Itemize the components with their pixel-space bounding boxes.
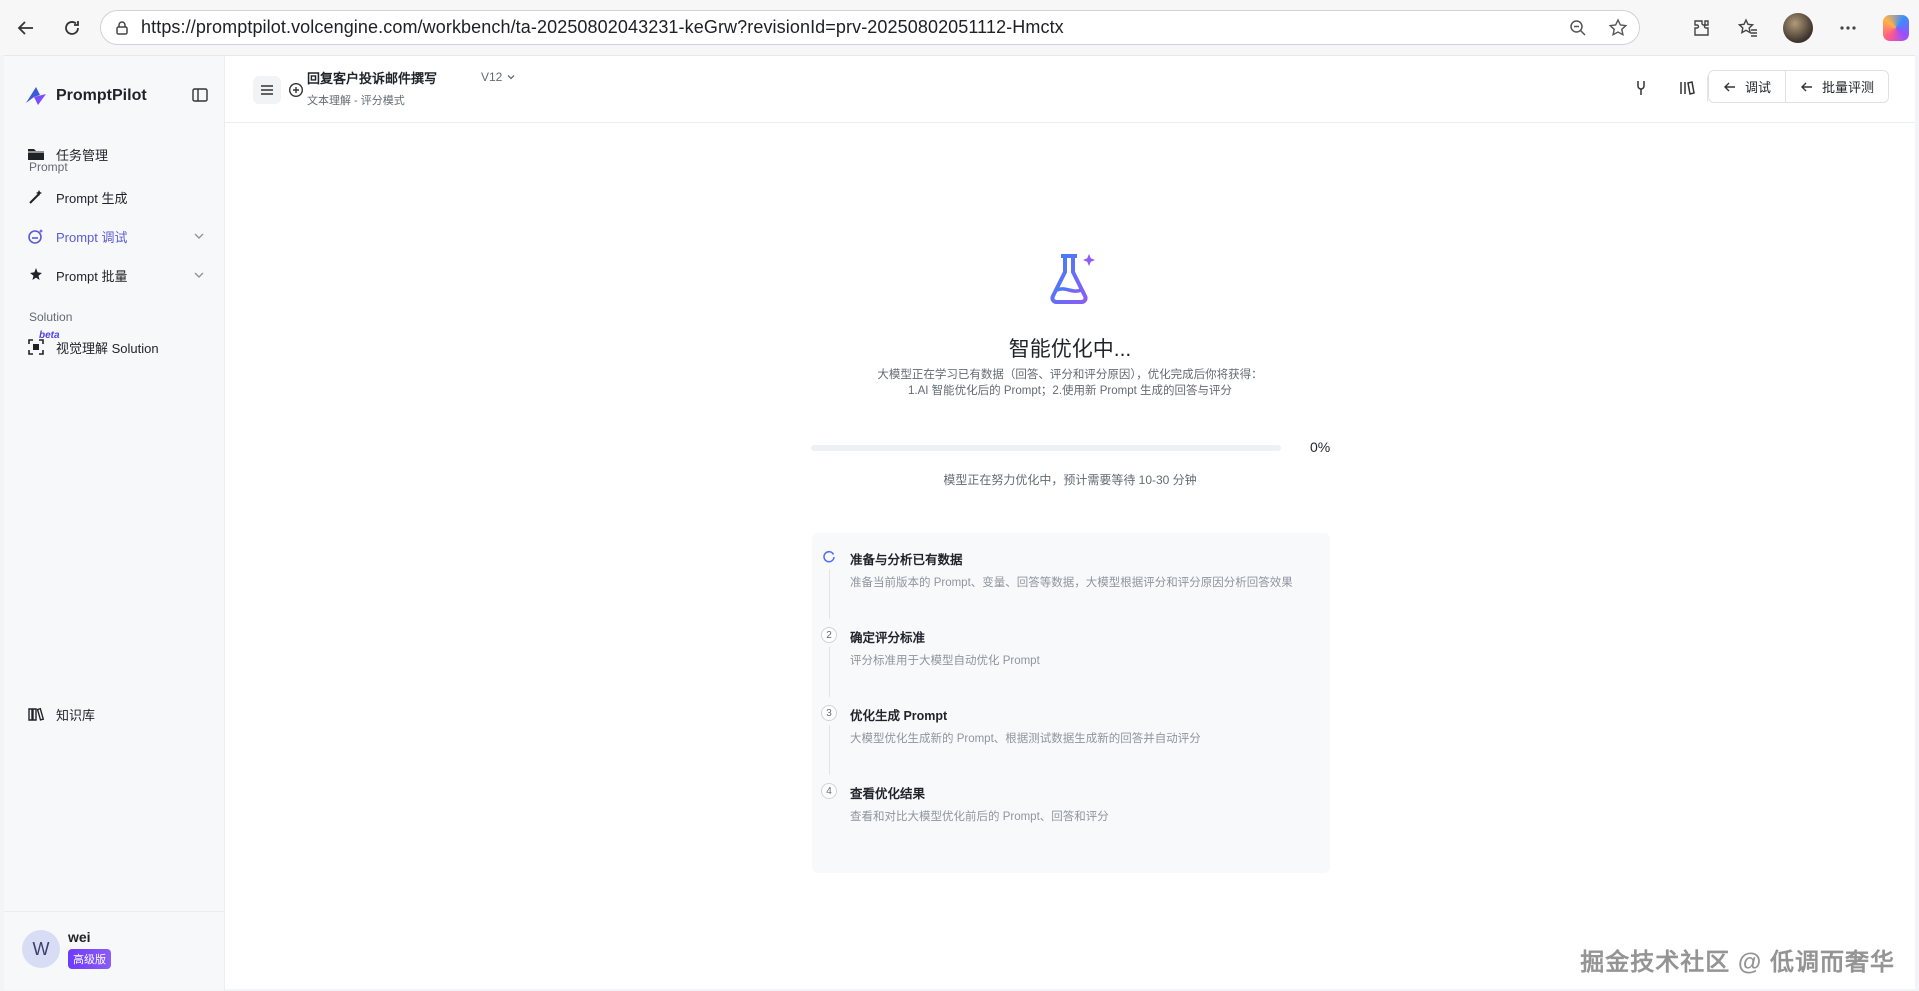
- chevron-down-icon[interactable]: [192, 268, 206, 282]
- step-number: 2: [821, 627, 837, 643]
- more-icon[interactable]: [1837, 17, 1859, 39]
- step-connector: [829, 647, 830, 697]
- sidebar-item-vision-solution[interactable]: 视觉理解 Solution: [26, 332, 206, 362]
- user-name: wei: [68, 929, 91, 945]
- step-item: 3 优化生成 Prompt 大模型优化生成新的 Prompt、根据测试数据生成新…: [812, 699, 1330, 777]
- page-title: 回复客户投诉邮件撰写: [307, 71, 438, 86]
- back-icon[interactable]: [14, 16, 38, 40]
- add-circle-icon[interactable]: [282, 76, 310, 104]
- sidebar: PromptPilot 任务管理 Prompt Prompt 生成 Prompt…: [4, 56, 225, 990]
- logo[interactable]: PromptPilot: [24, 82, 209, 110]
- step-item: 4 查看优化结果 查看和对比大模型优化前后的 Prompt、回答和评分: [812, 777, 1330, 855]
- logo-text: PromptPilot: [56, 87, 147, 104]
- step-item: 准备与分析已有数据 准备当前版本的 Prompt、变量、回答等数据，大模型根据评…: [812, 543, 1330, 621]
- step-number: 4: [821, 783, 837, 799]
- favorites-icon[interactable]: [1737, 17, 1759, 39]
- chevron-down-icon[interactable]: [192, 229, 206, 243]
- sidebar-item-label: 视觉理解 Solution: [56, 340, 159, 356]
- star-icon[interactable]: [1607, 17, 1629, 39]
- profile-avatar[interactable]: [1783, 13, 1813, 43]
- debug-button[interactable]: 调试: [1708, 71, 1785, 102]
- user-profile[interactable]: W wei 高级版: [4, 911, 225, 990]
- step-desc: 评分标准用于大模型自动优化 Prompt: [850, 655, 1040, 667]
- lock-icon: [113, 19, 131, 37]
- browser-toolbar: https://promptpilot.volcengine.com/workb…: [0, 0, 1919, 55]
- step-title: 准备与分析已有数据: [850, 553, 963, 567]
- step-connector: [829, 569, 830, 619]
- sidebar-item-label: Prompt 生成: [56, 190, 128, 206]
- promptpilot-logo-icon: [26, 87, 46, 105]
- sidebar-item-prompt-debug[interactable]: Prompt 调试: [26, 221, 206, 251]
- section-label-solution: Solution: [29, 310, 73, 324]
- library-icon[interactable]: [1677, 78, 1697, 98]
- progress-percent: 0%: [1310, 439, 1331, 455]
- app-window: PromptPilot 任务管理 Prompt Prompt 生成 Prompt…: [4, 55, 1915, 990]
- version-select[interactable]: V12: [481, 70, 516, 84]
- watermark: 掘金技术社区 @ 低调而奢华: [1580, 949, 1895, 976]
- version-label: V12: [481, 70, 503, 84]
- step-number: 3: [821, 705, 837, 721]
- batch-icon: [26, 265, 46, 285]
- sidebar-item-knowledge-base[interactable]: 知识库: [26, 699, 206, 729]
- avatar: W: [22, 930, 60, 968]
- zoom-icon[interactable]: [1567, 17, 1589, 39]
- plan-badge: 高级版: [68, 949, 111, 969]
- sidebar-item-prompt-batch[interactable]: Prompt 批量: [26, 260, 206, 290]
- sidebar-item-label: Prompt 批量: [56, 268, 128, 284]
- tool-icon[interactable]: [1631, 78, 1651, 98]
- debug-icon: [26, 226, 46, 246]
- step-title: 优化生成 Prompt: [850, 709, 948, 723]
- step-desc: 大模型优化生成新的 Prompt、根据测试数据生成新的回答并自动评分: [850, 733, 1201, 745]
- chevron-down-icon: [507, 75, 515, 80]
- header-actions: 调试 批量评测: [1707, 70, 1889, 103]
- books-icon: [26, 704, 46, 724]
- step-item: 2 确定评分标准 评分标准用于大模型自动优化 Prompt: [812, 621, 1330, 699]
- main-content: 智能优化中... 大模型正在学习已有数据（回答、评分和评分原因），优化完成后你将…: [225, 123, 1915, 990]
- sidebar-item-label: Prompt 调试: [56, 229, 128, 245]
- page-header: 回复客户投诉邮件撰写 V12 文本理解 - 评分模式 调试 批量评测: [225, 56, 1915, 123]
- step-desc: 准备当前版本的 Prompt、变量、回答等数据，大模型根据评分和评分原因分析回答…: [850, 577, 1293, 589]
- step-desc: 查看和对比大模型优化前后的 Prompt、回答和评分: [850, 811, 1109, 823]
- section-label-prompt: Prompt: [29, 160, 68, 174]
- batch-eval-button[interactable]: 批量评测: [1784, 71, 1888, 102]
- magic-wand-icon: [26, 187, 46, 207]
- sidebar-collapse-icon[interactable]: [191, 86, 209, 104]
- optimizing-desc: 大模型正在学习已有数据（回答、评分和评分原因），优化完成后你将获得： 1.AI …: [877, 369, 1263, 397]
- optimizing-title: 智能优化中...: [1008, 338, 1132, 361]
- page-subtitle: 文本理解 - 评分模式: [307, 95, 405, 107]
- step-title: 查看优化结果: [850, 787, 926, 801]
- sidebar-item-label: 知识库: [56, 707, 96, 723]
- refresh-icon[interactable]: [60, 16, 84, 40]
- copilot-icon[interactable]: [1883, 15, 1909, 41]
- address-bar[interactable]: https://promptpilot.volcengine.com/workb…: [100, 10, 1640, 45]
- step-title: 确定评分标准: [850, 631, 926, 645]
- step-connector: [829, 725, 830, 775]
- optimization-steps: 准备与分析已有数据 准备当前版本的 Prompt、变量、回答等数据，大模型根据评…: [812, 533, 1330, 873]
- menu-icon[interactable]: [253, 76, 281, 104]
- vision-icon: [26, 337, 46, 357]
- loading-spinner-icon: [821, 549, 837, 565]
- arrow-left-icon: [1723, 82, 1735, 91]
- flask-icon: [1050, 254, 1095, 304]
- sidebar-item-prompt-generate[interactable]: Prompt 生成: [26, 182, 206, 212]
- progress-hint: 模型正在努力优化中，预计需要等待 10-30 分钟: [943, 473, 1197, 487]
- url-text: https://promptpilot.volcengine.com/workb…: [141, 17, 1064, 37]
- extensions-icon[interactable]: [1691, 17, 1713, 39]
- arrow-left-icon: [1800, 82, 1812, 91]
- progress-bar: [811, 445, 1281, 451]
